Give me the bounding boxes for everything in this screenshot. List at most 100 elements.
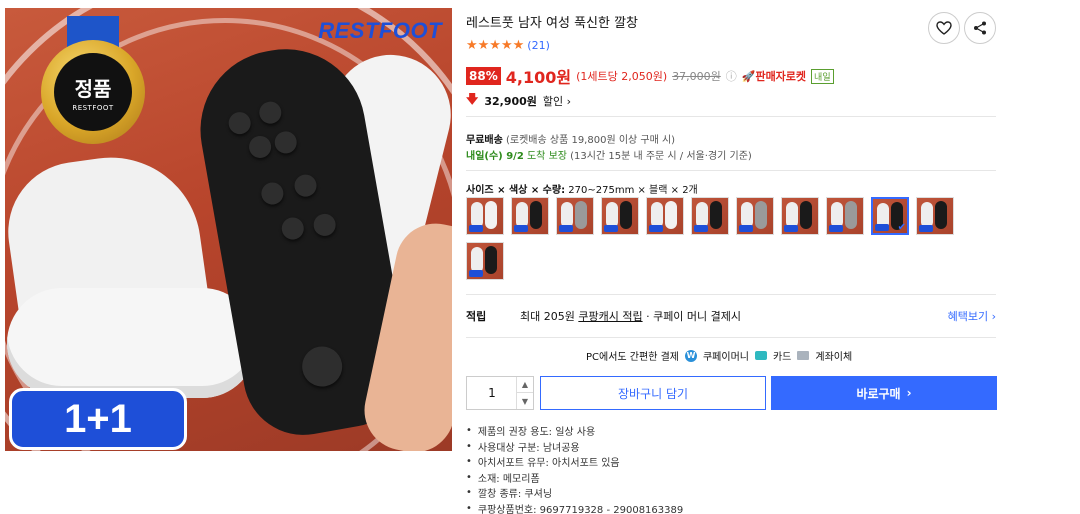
thumbnail-badge	[604, 225, 618, 232]
option-thumbnail[interactable]	[826, 197, 864, 235]
benefits-link[interactable]: 혜택보기 ›	[948, 308, 996, 324]
thumbnail-insole	[800, 201, 812, 229]
discount-badge: 88%	[466, 67, 501, 85]
option-thumbnail[interactable]	[601, 197, 639, 235]
option-thumbnail[interactable]	[511, 197, 549, 235]
check-icon: ✔	[897, 222, 906, 233]
quantity-decrease-button[interactable]: ▼	[516, 393, 533, 409]
massage-bump	[257, 99, 284, 126]
thumbnail-badge	[919, 225, 933, 232]
seller-rocket-badge: 🚀판매자로켓	[741, 70, 807, 83]
share-button[interactable]	[964, 12, 996, 44]
coupang-cash-link[interactable]: 쿠팡캐시 적립	[578, 310, 642, 323]
reward-prefix: 최대 205원	[520, 310, 575, 323]
spec-item: 아치서포트 유무: 아치서포트 있음	[466, 454, 683, 470]
info-icon[interactable]: ⓘ	[726, 68, 737, 84]
buy-now-button[interactable]: 바로구매 ›	[771, 376, 997, 410]
bank-icon	[797, 351, 810, 360]
option-thumbnail[interactable]	[736, 197, 774, 235]
option-thumbnails: ✔	[466, 197, 976, 280]
divider	[466, 116, 996, 117]
card-label: 카드	[772, 352, 792, 363]
coupay-icon: W	[684, 349, 697, 362]
option-thumbnail[interactable]	[691, 197, 729, 235]
option-summary-value: 270~275mm × 블랙 × 2개	[568, 185, 698, 196]
product-main-image[interactable]: 정품 RESTFOOT RESTFOOT 1+1	[5, 8, 452, 451]
wishlist-button[interactable]	[928, 12, 960, 44]
thumbnail-badge	[784, 225, 798, 232]
share-icon	[974, 21, 986, 35]
thumbnail-insole	[485, 246, 497, 274]
thumbnail-insole	[530, 201, 542, 229]
arrival-detail: (13시간 15분 내 주문 시 / 서울·경기 기준)	[570, 151, 752, 162]
medal-subtitle: RESTFOOT	[72, 103, 114, 112]
option-thumbnail[interactable]	[646, 197, 684, 235]
insole-image-white	[7, 288, 257, 398]
bank-label: 계좌이체	[815, 352, 853, 363]
reward-label: 적립	[466, 310, 487, 323]
massage-bump	[292, 172, 319, 199]
massage-bump	[311, 212, 338, 238]
price-row: 88% 4,100원 (1세트당 2,050원) 37,000원 ⓘ 🚀판매자로…	[466, 64, 834, 88]
thumbnail-badge	[514, 225, 528, 232]
reward-suffix: · 쿠페이 머니 결제시	[646, 310, 742, 323]
option-thumbnail[interactable]	[781, 197, 819, 235]
coupay-label: 쿠페이머니	[702, 352, 749, 363]
thumbnail-badge	[469, 270, 483, 277]
card-icon	[754, 351, 767, 360]
payment-headline: PC에서도 간편한 결제	[586, 352, 679, 363]
add-to-cart-button[interactable]: 장바구니 담기	[540, 376, 766, 410]
thumbnail-badge	[649, 225, 663, 232]
thumbnail-insole	[620, 201, 632, 229]
option-summary-label: 사이즈 × 색상 × 수량:	[466, 185, 566, 196]
heart-icon	[936, 21, 952, 35]
option-thumbnail[interactable]: ✔	[871, 197, 909, 235]
spec-item: 깔창 종류: 쿠셔닝	[466, 485, 683, 501]
divider	[466, 170, 996, 171]
coupon-discount-row[interactable]: 🡇 32,900원 할인 ›	[466, 90, 571, 111]
spec-item: 쿠팡상품번호: 9697719328 - 29008163389	[466, 501, 683, 514]
thumbnail-insole	[935, 201, 947, 229]
product-specs: 제품의 권장 용도: 일상 사용사용대상 구분: 남녀공용아치서포트 유무: 아…	[466, 423, 683, 514]
rating[interactable]: ★★★★★ (21)	[466, 38, 550, 53]
arrow-down-icon: 🡇	[466, 92, 479, 106]
original-price: 37,000원	[672, 70, 721, 83]
massage-bump	[299, 343, 346, 390]
option-thumbnail[interactable]	[916, 197, 954, 235]
thumbnail-insole	[665, 201, 677, 229]
option-thumbnail[interactable]	[466, 242, 504, 280]
free-shipping-label: 무료배송	[466, 135, 503, 146]
spec-item: 제품의 권장 용도: 일상 사용	[466, 423, 683, 439]
coupon-label: 할인 ›	[542, 94, 572, 108]
coupon-amount: 32,900원	[484, 94, 537, 108]
massage-bump	[226, 110, 253, 136]
promo-badge: 1+1	[9, 388, 187, 450]
massage-bump	[247, 134, 273, 160]
option-summary: 사이즈 × 색상 × 수량: 270~275mm × 블랙 × 2개	[466, 181, 698, 196]
option-thumbnail[interactable]	[556, 197, 594, 235]
quantity-input[interactable]: 1	[467, 377, 517, 409]
authentic-medal: 정품 RESTFOOT	[41, 40, 145, 144]
tomorrow-badge: 내일	[811, 68, 834, 84]
arrival-date: 내일(수) 9/2	[466, 151, 524, 162]
chevron-down-icon: ▼	[521, 396, 529, 406]
review-count-link[interactable]: (21)	[527, 39, 550, 52]
chevron-right-icon: ›	[906, 386, 912, 400]
arrival-guarantee: 도착 보장	[526, 151, 567, 162]
massage-bump	[272, 129, 299, 156]
thumbnail-badge	[875, 224, 889, 231]
option-thumbnail[interactable]	[466, 197, 504, 235]
free-shipping-info: 무료배송 (로켓배송 상품 19,800원 이상 구매 시)	[466, 131, 675, 146]
massage-bump	[259, 180, 286, 207]
thumbnail-insole	[755, 201, 767, 229]
spec-item: 사용대상 구분: 남녀공용	[466, 439, 683, 455]
arrival-info: 내일(수) 9/2 도착 보장 (13시간 15분 내 주문 시 / 서울·경기…	[466, 147, 752, 162]
thumbnail-insole	[575, 201, 587, 229]
payment-methods: PC에서도 간편한 결제 W 쿠페이머니 카드 계좌이체	[586, 348, 852, 363]
unit-price: (1세트당 2,050원)	[576, 70, 668, 83]
thumbnail-badge	[829, 225, 843, 232]
quantity-increase-button[interactable]: ▲	[516, 377, 533, 393]
product-title: 레스트풋 남자 여성 푹신한 깔창	[466, 16, 639, 31]
divider	[466, 294, 996, 295]
divider	[466, 337, 996, 338]
